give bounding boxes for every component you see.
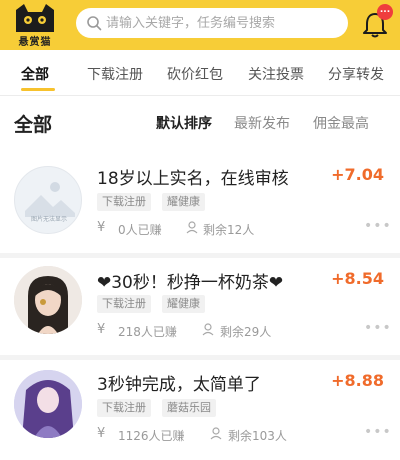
app-logo[interactable]: 悬赏猫 xyxy=(12,4,58,48)
tab-all[interactable]: 全部 xyxy=(21,64,49,84)
avatar-photo-icon xyxy=(14,266,82,334)
task-title: 18岁以上实名，在线审核 xyxy=(97,169,289,189)
logo-text: 悬赏猫 xyxy=(18,37,52,48)
notification-badge: ... xyxy=(377,4,393,20)
active-tab-indicator xyxy=(21,88,55,91)
remaining-count: 剩余103人 xyxy=(228,429,287,443)
yen-icon: ¥ xyxy=(97,426,106,441)
task-reward: +8.54 xyxy=(331,269,384,288)
task-reward: +7.04 xyxy=(331,165,384,184)
more-dots-icon[interactable]: ••• xyxy=(364,424,392,440)
task-title: 3秒钟完成，太简单了 xyxy=(97,375,261,395)
sort-default[interactable]: 默认排序 xyxy=(156,113,212,133)
search-icon xyxy=(87,16,102,31)
remaining-count: 剩余29人 xyxy=(220,325,272,339)
more-dots-icon[interactable]: ••• xyxy=(364,320,392,336)
user-icon xyxy=(186,221,198,234)
task-tag-merchant: 耀健康 xyxy=(162,295,205,313)
task-tag-category: 下载注册 xyxy=(97,399,151,417)
user-icon xyxy=(202,323,214,336)
yen-icon: ¥ xyxy=(97,322,106,337)
task-avatar xyxy=(14,370,82,438)
category-tabs: 全部 下载注册 砍价红包 关注投票 分享转发 xyxy=(0,50,400,96)
section-title: 全部 xyxy=(14,114,53,136)
task-row[interactable]: ❤30秒！秒挣一杯奶茶❤ +8.54 下载注册 耀健康 ¥ 218人已赚 剩余2… xyxy=(0,258,400,358)
top-header: 悬赏猫 ... xyxy=(0,0,400,50)
tab-share-forward[interactable]: 分享转发 xyxy=(328,64,384,84)
earned-count: 218人已赚 xyxy=(118,325,177,339)
sort-newest[interactable]: 最新发布 xyxy=(234,113,290,133)
task-avatar xyxy=(14,266,82,334)
task-tag-merchant: 蘑菇乐园 xyxy=(162,399,216,417)
tab-bargain-redpacket[interactable]: 砍价红包 xyxy=(167,64,223,84)
tab-follow-vote[interactable]: 关注投票 xyxy=(248,64,304,84)
user-icon xyxy=(210,427,222,440)
task-avatar: 图片无法显示 xyxy=(14,166,82,234)
task-row[interactable]: 3秒钟完成，太简单了 +8.88 下载注册 蘑菇乐园 ¥ 1126人已赚 剩余1… xyxy=(0,360,400,460)
task-reward: +8.88 xyxy=(331,371,384,390)
image-placeholder-icon xyxy=(25,182,75,217)
yen-icon: ¥ xyxy=(97,220,106,235)
task-tag-merchant: 耀健康 xyxy=(162,193,205,211)
cat-logo-icon xyxy=(16,4,54,32)
tab-download-register[interactable]: 下载注册 xyxy=(87,64,143,84)
avatar-text: 图片无法显示 xyxy=(30,216,67,223)
more-dots-icon[interactable]: ••• xyxy=(364,218,392,234)
search-bar[interactable] xyxy=(76,8,348,38)
sort-highest-commission[interactable]: 佣金最高 xyxy=(313,113,369,133)
earned-count: 1126人已赚 xyxy=(118,429,185,443)
task-tag-category: 下载注册 xyxy=(97,193,151,211)
avatar-anime-icon xyxy=(14,370,82,438)
earned-count: 0人已赚 xyxy=(118,223,162,237)
remaining-count: 剩余12人 xyxy=(203,223,255,237)
search-input[interactable] xyxy=(106,8,342,38)
task-title: ❤30秒！秒挣一杯奶茶❤ xyxy=(97,273,284,293)
task-tag-category: 下载注册 xyxy=(97,295,151,313)
task-row[interactable]: 图片无法显示 18岁以上实名，在线审核 +7.04 下载注册 耀健康 ¥ 0人已… xyxy=(0,150,400,250)
